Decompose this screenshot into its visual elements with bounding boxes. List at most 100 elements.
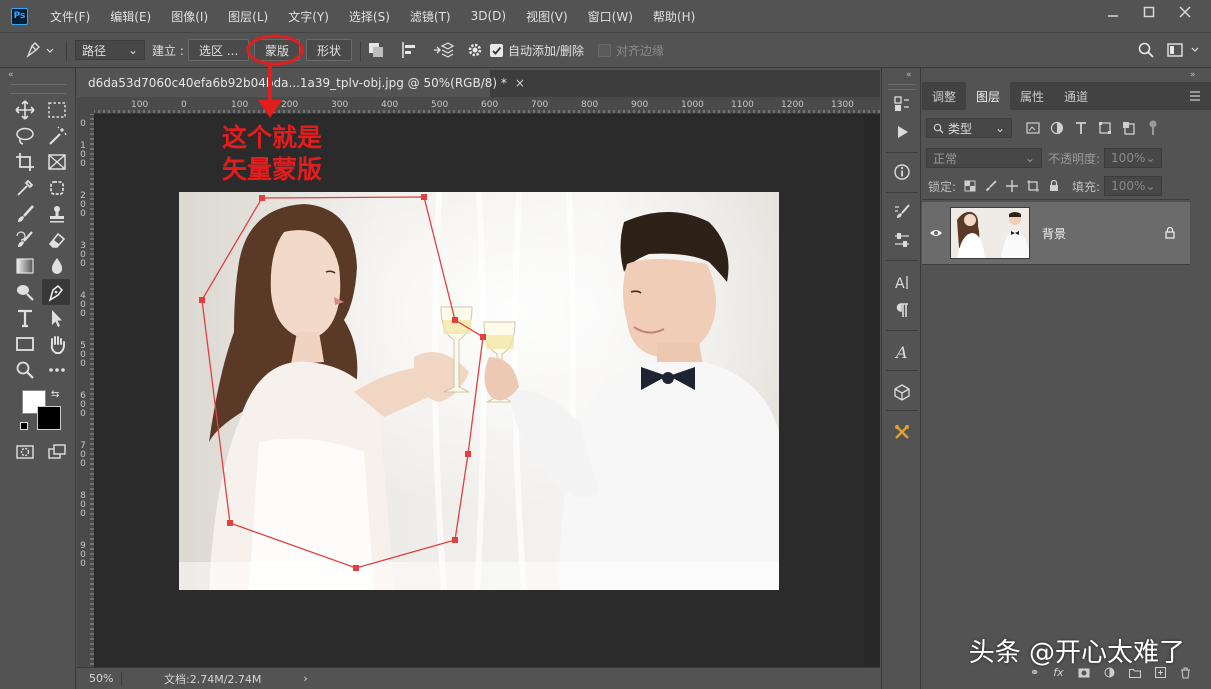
close-tab-icon[interactable]: × (515, 76, 525, 90)
default-colors-icon[interactable] (20, 422, 28, 430)
zoom-tool-icon[interactable] (12, 358, 38, 382)
menu-layer[interactable]: 图层(L) (218, 8, 278, 25)
menu-edit[interactable]: 编辑(E) (100, 8, 161, 25)
workspace-switcher[interactable] (1166, 39, 1202, 61)
fill-input[interactable]: 100% ⌄ (1104, 176, 1163, 196)
path-anchor-point[interactable] (199, 297, 205, 303)
layer-thumbnail[interactable] (950, 207, 1030, 259)
make-shape-button[interactable]: 形状 (306, 39, 353, 61)
collapse-double-chevron-icon[interactable]: » (1190, 70, 1196, 80)
eyedropper-tool-icon[interactable] (12, 176, 38, 200)
hand-tool-icon[interactable] (44, 332, 70, 356)
blend-mode-dropdown[interactable]: 正常 ⌄ (926, 148, 1042, 168)
move-tool-icon[interactable] (12, 98, 38, 122)
lock-label: 锁定: (928, 179, 957, 194)
path-anchor-point[interactable] (227, 520, 233, 526)
menu-select[interactable]: 选择(S) (339, 8, 400, 25)
pen-tool-icon[interactable] (42, 279, 70, 305)
menu-image[interactable]: 图像(I) (161, 8, 218, 25)
screen-mode-icon[interactable] (44, 440, 70, 464)
path-alignment-icon[interactable] (400, 39, 420, 61)
3d-panel-icon[interactable] (890, 380, 914, 404)
path-anchor-point[interactable] (452, 317, 458, 323)
brush-settings-icon[interactable] (890, 200, 914, 224)
opacity-input[interactable]: 100% ⌄ (1104, 148, 1163, 168)
lasso-tool-icon[interactable] (12, 124, 38, 148)
menu-filter[interactable]: 滤镜(T) (400, 8, 461, 25)
menu-file[interactable]: 文件(F) (40, 8, 100, 25)
add-mask-icon[interactable] (1078, 668, 1090, 678)
adjustments-sliders-icon[interactable] (890, 228, 914, 252)
swap-colors-icon[interactable]: ⇆ (51, 389, 59, 400)
marquee-tool-icon[interactable] (44, 98, 70, 122)
gradient-tool-icon[interactable] (12, 254, 38, 278)
maximize-button[interactable] (1131, 0, 1167, 24)
paragraph-panel-icon[interactable] (890, 298, 914, 322)
magic-wand-tool-icon[interactable] (44, 124, 70, 148)
type-tool-icon[interactable] (12, 306, 38, 330)
path-anchor-point[interactable] (259, 195, 265, 201)
status-menu-arrow-icon[interactable]: › (303, 672, 307, 685)
tab-layers[interactable]: 图层 (966, 82, 1011, 110)
path-anchor-point[interactable] (353, 565, 359, 571)
frame-tool-icon[interactable] (44, 150, 70, 174)
close-button[interactable] (1167, 0, 1203, 24)
healing-brush-tool-icon[interactable] (44, 176, 70, 200)
path-anchor-point[interactable] (480, 334, 486, 340)
clone-stamp-tool-icon[interactable] (44, 202, 70, 226)
info-icon[interactable] (890, 160, 914, 184)
path-anchor-point[interactable] (465, 451, 471, 457)
character-panel-icon[interactable]: A (890, 270, 914, 294)
blur-tool-icon[interactable] (44, 254, 70, 278)
path-anchor-point[interactable] (452, 537, 458, 543)
play-actions-icon[interactable] (890, 120, 914, 144)
history-brush-tool-icon[interactable] (12, 228, 38, 252)
horizontal-ruler[interactable]: 100 0 100 200 300 400 500 600 700 800 90… (94, 97, 880, 114)
tab-channels[interactable]: 通道 (1054, 82, 1098, 110)
panel-menu-icon[interactable] (1179, 82, 1211, 110)
path-operations-icon[interactable] (366, 39, 386, 61)
more-tools-icon[interactable] (44, 358, 70, 382)
panel-strip-grip[interactable] (888, 84, 916, 90)
menu-view[interactable]: 视图(V) (516, 8, 578, 25)
eye-icon[interactable] (922, 228, 950, 238)
align-edges-checkbox[interactable] (598, 43, 611, 57)
path-selection-tool-icon[interactable] (44, 306, 70, 330)
pen-mode-dropdown[interactable]: 路径 ⌄ (75, 40, 145, 60)
pen-tool-preset[interactable] (22, 39, 56, 61)
gear-icon[interactable] (466, 39, 484, 61)
ruler-origin[interactable] (77, 97, 94, 114)
auto-add-delete-checkbox[interactable] (490, 43, 503, 57)
menu-type[interactable]: 文字(Y) (278, 8, 339, 25)
eraser-tool-icon[interactable] (44, 228, 70, 252)
path-arrangement-icon[interactable] (432, 39, 454, 61)
path-anchor-point[interactable] (421, 194, 427, 200)
layer-name[interactable]: 背景 (1042, 225, 1066, 242)
menu-3d[interactable]: 3D(D) (461, 9, 516, 23)
layer-filter-dropdown[interactable]: 类型 ⌄ (926, 118, 1012, 138)
collapse-double-chevron-icon[interactable]: « (906, 70, 912, 80)
search-icon[interactable] (1137, 39, 1155, 61)
wedding-photo[interactable] (179, 192, 779, 590)
tab-adjustments[interactable]: 调整 (922, 82, 966, 110)
layer-row-background[interactable]: 背景 (922, 202, 1190, 264)
history-panel-icon[interactable] (890, 92, 914, 116)
tool-presets-icon[interactable] (890, 420, 914, 444)
lock-transparent-pixels-icon (964, 180, 976, 192)
menu-window[interactable]: 窗口(W) (578, 8, 643, 25)
toolbar-grip[interactable] (10, 84, 66, 94)
brush-tool-icon[interactable] (12, 202, 38, 226)
crop-tool-icon[interactable] (12, 150, 38, 174)
glyphs-panel-icon[interactable]: A (890, 340, 914, 364)
minimize-button[interactable] (1095, 0, 1131, 24)
quick-mask-icon[interactable] (12, 440, 38, 464)
menu-help[interactable]: 帮助(H) (643, 8, 705, 25)
collapse-double-chevron-icon[interactable]: « (8, 70, 14, 80)
dodge-tool-icon[interactable] (12, 280, 38, 304)
new-group-icon[interactable] (1128, 668, 1141, 678)
rectangle-tool-icon[interactable] (12, 332, 38, 356)
zoom-level[interactable]: 50% (77, 672, 121, 685)
background-color-swatch[interactable] (37, 406, 61, 430)
vertical-ruler[interactable]: 0 1 0 0 2 0 0 3 0 0 4 0 0 5 0 0 6 0 0 7 … (77, 114, 94, 667)
tab-properties[interactable]: 属性 (1010, 82, 1054, 110)
